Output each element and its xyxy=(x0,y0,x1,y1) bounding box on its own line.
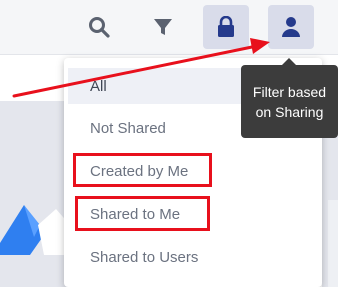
highlight-box xyxy=(73,153,212,187)
dropdown-item-label: All xyxy=(90,77,107,95)
lock-icon xyxy=(218,16,234,37)
lock-button[interactable] xyxy=(203,5,249,49)
user-icon xyxy=(282,17,300,37)
tooltip: Filter based on Sharing xyxy=(241,65,338,138)
background-thumbnail xyxy=(328,200,338,287)
dropdown-item-shared-to-users[interactable]: Shared to Users xyxy=(68,239,318,275)
highlight-box xyxy=(75,196,210,231)
dropdown-item-label: Shared to Users xyxy=(90,248,199,266)
background-panel xyxy=(0,101,68,287)
tooltip-arrow xyxy=(282,58,296,65)
image-placeholder-icon xyxy=(0,205,70,255)
tooltip-text: Filter based on Sharing xyxy=(252,83,327,120)
dropdown-item-label: Not Shared xyxy=(90,119,166,137)
search-icon xyxy=(89,17,110,38)
filter-button[interactable] xyxy=(140,5,186,49)
filter-icon xyxy=(154,19,172,35)
sharing-filter-button[interactable] xyxy=(268,5,314,49)
search-button[interactable] xyxy=(76,5,122,49)
